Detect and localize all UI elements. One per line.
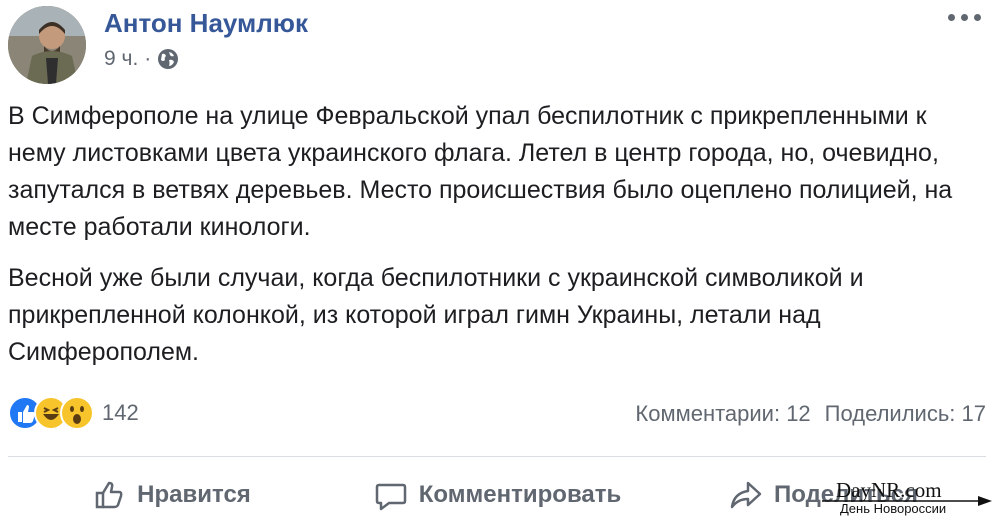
wow-icon (60, 396, 94, 430)
meta-separator: · (144, 47, 152, 70)
globe-icon[interactable] (157, 48, 179, 70)
author-name[interactable]: Антон Наумлюк (104, 8, 308, 39)
reactions-summary[interactable]: 142 (8, 396, 139, 430)
author-avatar[interactable] (8, 6, 86, 84)
more-dot-icon (974, 13, 981, 21)
actions-divider (8, 456, 986, 457)
like-button[interactable]: Нравится (8, 470, 334, 520)
avatar-photo (8, 6, 86, 84)
comments-count-link[interactable]: Комментарии: 12 (635, 401, 810, 427)
more-dot-icon (948, 13, 955, 21)
watermark-subtitle: День Новороссии (840, 501, 947, 516)
comment-button-label: Комментировать (418, 481, 622, 508)
more-options-button[interactable] (948, 10, 984, 24)
site-watermark: DayNR.com День Новороссии (822, 478, 992, 524)
shares-count-link[interactable]: Поделились: 17 (825, 401, 986, 427)
post-paragraph: Весной уже были случаи, когда беспилотни… (8, 264, 864, 366)
post-time[interactable]: 9 ч. (104, 47, 138, 71)
post-body: В Симферополе на улице Февральской упал … (8, 98, 988, 385)
more-dot-icon (961, 13, 968, 21)
reactions-count: 142 (102, 400, 139, 425)
thumbs-up-icon (95, 481, 123, 509)
post-paragraph: В Симферополе на улице Февральской упал … (8, 102, 953, 241)
comment-icon (375, 483, 407, 511)
engagement-counts: Комментарии: 12 Поделились: 17 (635, 401, 986, 427)
like-button-label: Нравится (137, 481, 251, 508)
comment-button[interactable]: Комментировать (334, 470, 660, 520)
share-arrow-icon (730, 481, 762, 509)
post-meta: 9 ч. · (104, 47, 179, 71)
